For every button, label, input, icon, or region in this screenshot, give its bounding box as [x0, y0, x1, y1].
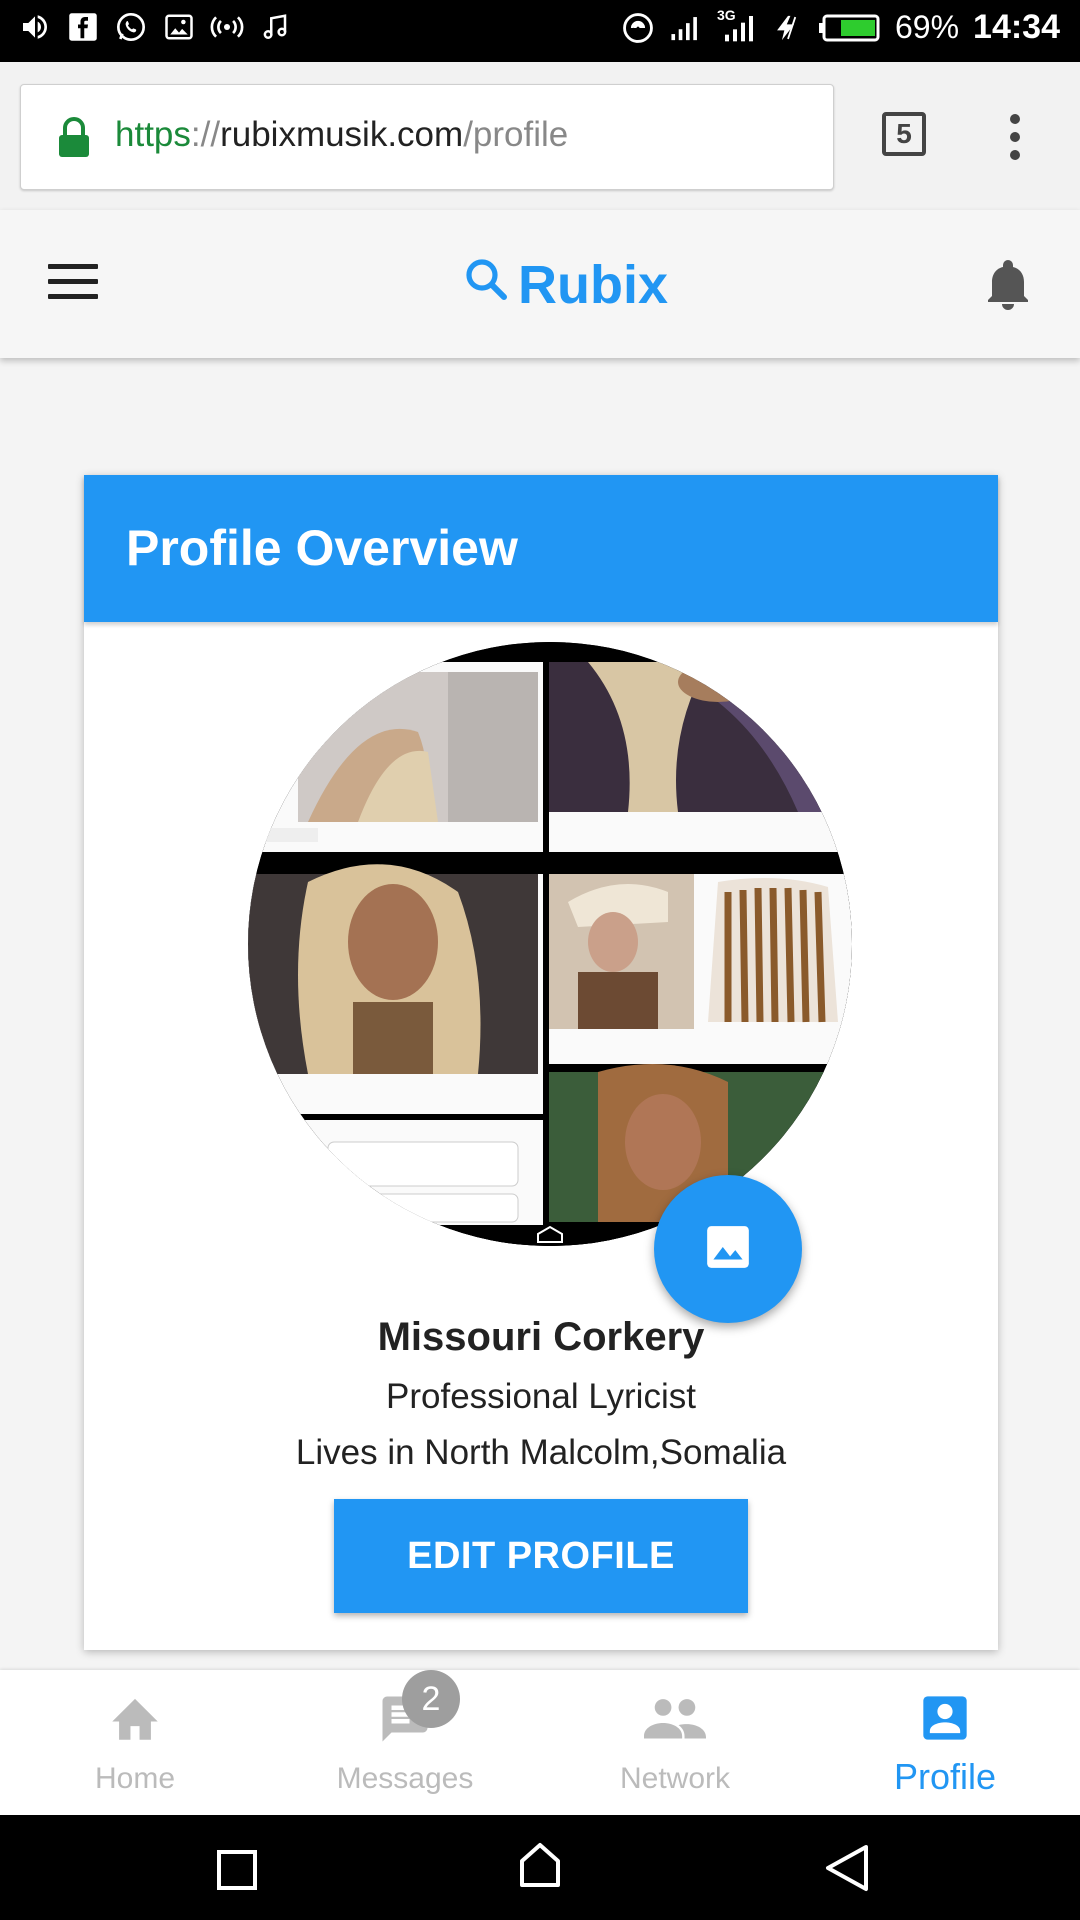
nav-item-network[interactable]: Network: [540, 1670, 810, 1815]
signal-3g-icon: 3G: [717, 7, 757, 45]
nav-label-messages: Messages: [336, 1762, 474, 1795]
profile-icon: [919, 1692, 971, 1749]
facebook-icon: [66, 10, 100, 44]
messages-badge: 2: [402, 1670, 460, 1728]
url-path: /profile: [463, 115, 569, 154]
brand-name: Rubix: [518, 255, 669, 315]
battery-icon: [818, 11, 881, 45]
avatar-collage-image: [248, 642, 852, 1246]
url-domain: rubixmusik.com: [220, 115, 464, 154]
profile-avatar: [248, 642, 852, 1246]
nav-item-home[interactable]: Home: [0, 1670, 270, 1815]
profile-name: Missouri Corkery: [377, 1315, 705, 1359]
edit-profile-button[interactable]: EDIT PROFILE: [334, 1499, 748, 1613]
home-button[interactable]: [516, 1841, 564, 1894]
url-separator: ://: [190, 115, 221, 154]
volume-icon: [18, 10, 52, 44]
system-nav-bar: [0, 1815, 1080, 1920]
back-button[interactable]: [824, 1843, 870, 1898]
card-header: Profile Overview: [84, 475, 998, 622]
home-icon: [107, 1692, 163, 1747]
lock-icon: [57, 117, 91, 164]
url-scheme: https: [115, 115, 191, 154]
gallery-icon: [162, 10, 196, 44]
tab-switcher-button[interactable]: 5: [882, 112, 926, 156]
notification-bell-icon[interactable]: [984, 258, 1032, 317]
bottom-navigation: Home Messages 2 Network Profile: [0, 1670, 1080, 1815]
signal-icon: [669, 11, 703, 45]
profile-role: Professional Lyricist: [386, 1377, 696, 1416]
profile-card: Profile Overview Missouri Corkery Profes…: [84, 475, 998, 1650]
image-icon: [703, 1222, 753, 1277]
music-note-icon: [258, 10, 292, 44]
address-bar[interactable]: https://rubixmusik.com/profile: [20, 84, 834, 190]
browser-toolbar: https://rubixmusik.com/profile 5: [0, 62, 1080, 211]
whatsapp-icon: [114, 10, 148, 44]
brand-search[interactable]: Rubix: [462, 254, 668, 316]
battery-percent: 69%: [894, 9, 960, 45]
card-title: Profile Overview: [126, 520, 518, 576]
nav-item-profile[interactable]: Profile: [810, 1670, 1080, 1815]
data-flash-icon: [771, 11, 805, 45]
nav-label-network: Network: [619, 1762, 731, 1795]
hotspot-icon: [210, 10, 244, 44]
search-icon: [462, 254, 510, 316]
nav-label-profile: Profile: [893, 1756, 997, 1797]
browser-menu-button[interactable]: [1010, 114, 1022, 162]
recents-button[interactable]: [216, 1849, 258, 1896]
app-bar: Rubix: [0, 210, 1080, 358]
system-status-icons: 3G 69% 14:34: [621, 7, 1060, 47]
profile-location: Lives in North Malcolm,Somalia: [295, 1433, 787, 1472]
tab-count: 5: [896, 118, 912, 149]
network-type-label: 3G: [716, 6, 736, 23]
notification-icons: [18, 10, 292, 44]
nav-label-home: Home: [94, 1762, 176, 1795]
hamburger-menu-icon[interactable]: [48, 264, 98, 300]
status-bar: 3G 69% 14:34: [0, 0, 1080, 62]
change-photo-button[interactable]: [654, 1175, 802, 1323]
nfc-icon: [621, 11, 655, 45]
people-icon: [644, 1692, 706, 1747]
url-text[interactable]: https://rubixmusik.com/profile: [115, 115, 568, 155]
clock: 14:34: [973, 8, 1060, 46]
